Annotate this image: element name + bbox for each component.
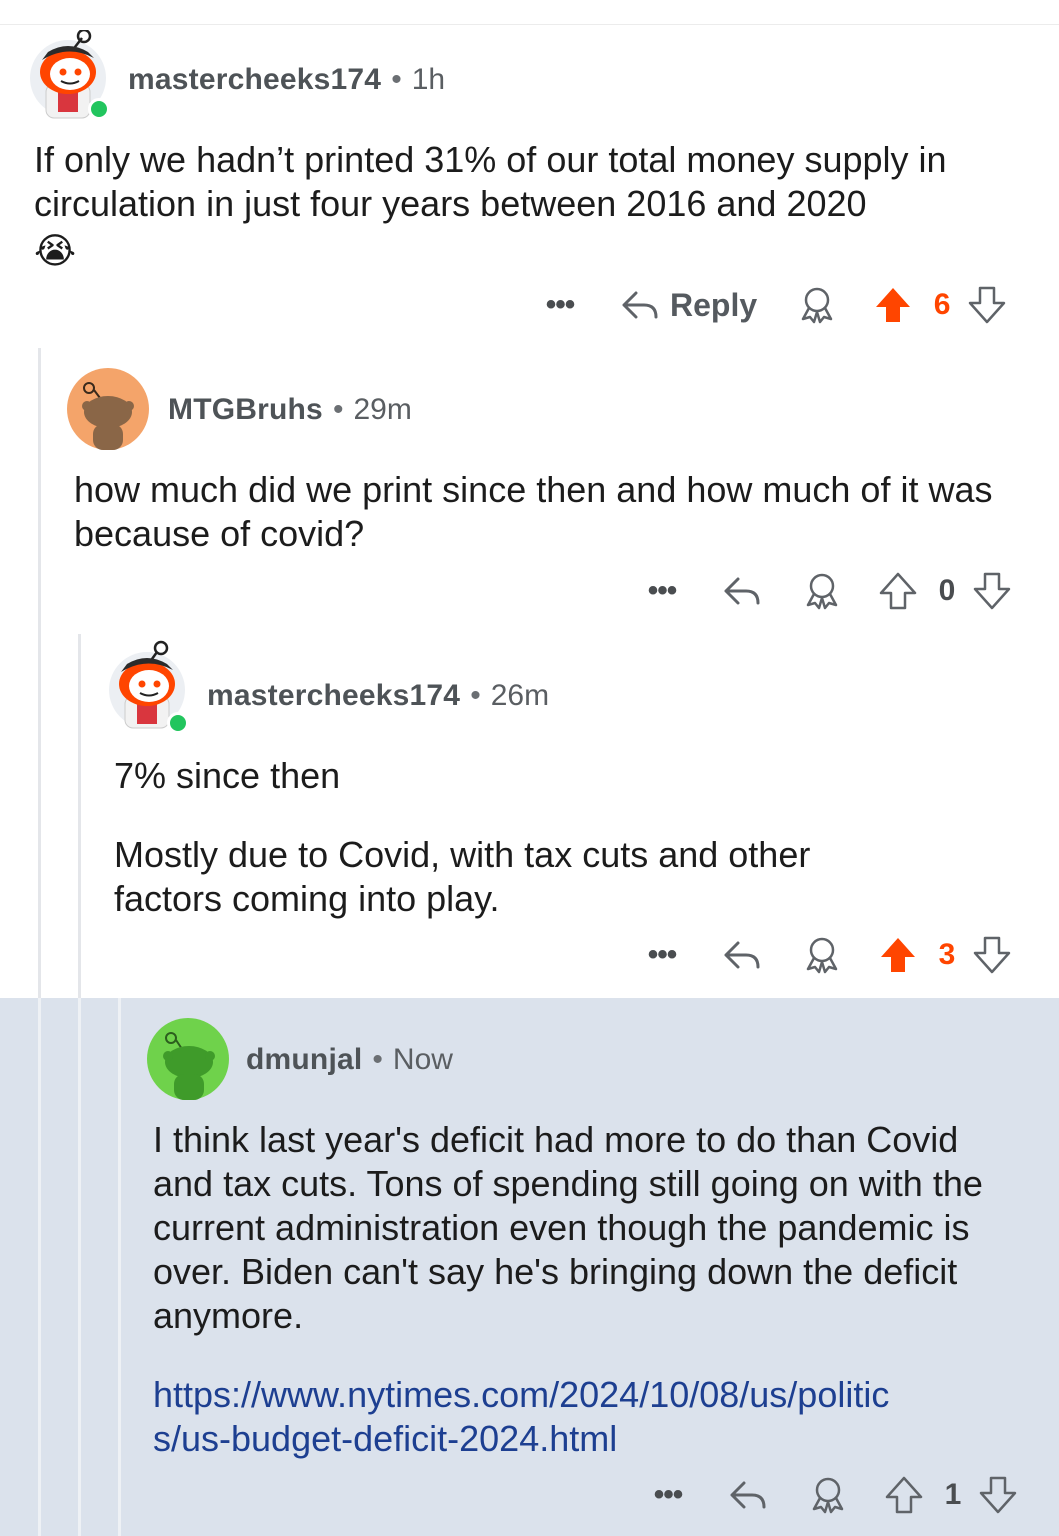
separator-dot: • — [470, 679, 481, 712]
upvote-arrow-icon[interactable] — [873, 285, 913, 325]
comment-actions: ••• 3 — [642, 930, 1012, 980]
award-icon[interactable] — [802, 571, 842, 611]
username[interactable]: mastercheeks174 — [207, 679, 460, 713]
comment-paragraph: 7% since then — [114, 755, 341, 796]
downvote-arrow-icon[interactable] — [972, 571, 1012, 611]
downvote-arrow-icon[interactable] — [978, 1475, 1018, 1515]
article-link[interactable]: https://www.nytimes.com/2024/10/08/us/po… — [153, 1373, 913, 1461]
downvote-arrow-icon[interactable] — [967, 285, 1007, 325]
comment-paragraph: Mostly due to Covid, with tax cuts and o… — [114, 834, 811, 919]
reply-button[interactable]: Reply — [620, 287, 757, 324]
comment-body: I think last year's deficit had more to … — [153, 1118, 1023, 1461]
upvote-arrow-icon[interactable] — [884, 1475, 924, 1515]
thread-line-level-2-highlight[interactable] — [78, 998, 81, 1536]
thread-line-level-3[interactable] — [118, 998, 121, 1536]
reply-arrow-icon[interactable] — [728, 1477, 768, 1513]
reply-arrow-icon — [620, 287, 660, 323]
award-icon[interactable] — [802, 935, 842, 975]
online-status-dot — [88, 98, 110, 120]
reply-arrow-icon[interactable] — [722, 573, 762, 609]
comment-body: how much did we print since then and how… — [74, 468, 1024, 556]
award-icon[interactable] — [797, 285, 837, 325]
username[interactable]: MTGBruhs — [168, 393, 323, 427]
comment-actions: ••• Reply 6 — [540, 280, 1007, 330]
thread-line-level-1-highlight[interactable] — [38, 998, 41, 1536]
upvote-arrow-icon[interactable] — [878, 935, 918, 975]
award-icon[interactable] — [808, 1475, 848, 1515]
more-icon[interactable]: ••• — [642, 576, 682, 606]
separator-dot: • — [372, 1043, 383, 1076]
vote-count: 1 — [944, 1478, 962, 1511]
comment-body: 7% since then Mostly due to Covid, with … — [114, 754, 1024, 921]
more-icon[interactable]: ••• — [540, 290, 580, 320]
user-avatar[interactable] — [67, 368, 149, 450]
reply-label: Reply — [670, 286, 758, 323]
separator-dot: • — [391, 63, 402, 96]
username[interactable]: mastercheeks174 — [128, 63, 381, 97]
comment-paragraph: If only we hadn’t printed 31% of our tot… — [34, 139, 947, 224]
reply-arrow-icon[interactable] — [722, 937, 762, 973]
user-avatar[interactable] — [107, 640, 189, 734]
user-avatar[interactable] — [147, 1018, 229, 1100]
more-icon[interactable]: ••• — [642, 940, 682, 970]
more-icon[interactable]: ••• — [648, 1480, 688, 1510]
comment-actions: ••• 1 — [648, 1470, 1018, 1520]
comment-paragraph: I think last year's deficit had more to … — [153, 1119, 983, 1336]
comment-body: If only we hadn’t printed 31% of our tot… — [34, 138, 1024, 278]
timestamp: 26m — [490, 679, 550, 712]
vote-count: 6 — [933, 288, 951, 321]
vote-count: 3 — [938, 938, 956, 971]
online-status-dot — [167, 712, 189, 734]
timestamp: Now — [392, 1043, 453, 1076]
timestamp: 1h — [411, 63, 446, 96]
timestamp: 29m — [353, 393, 412, 426]
comment-actions: ••• 0 — [642, 566, 1012, 616]
upvote-arrow-icon[interactable] — [878, 571, 918, 611]
separator-dot: • — [332, 393, 344, 426]
top-divider — [0, 24, 1059, 25]
crying-emoji: 😭 — [34, 231, 77, 272]
comment-paragraph: how much did we print since then and how… — [74, 469, 993, 554]
downvote-arrow-icon[interactable] — [972, 935, 1012, 975]
vote-count: 0 — [938, 574, 956, 607]
username[interactable]: dmunjal — [246, 1043, 362, 1077]
user-avatar[interactable] — [28, 30, 110, 120]
